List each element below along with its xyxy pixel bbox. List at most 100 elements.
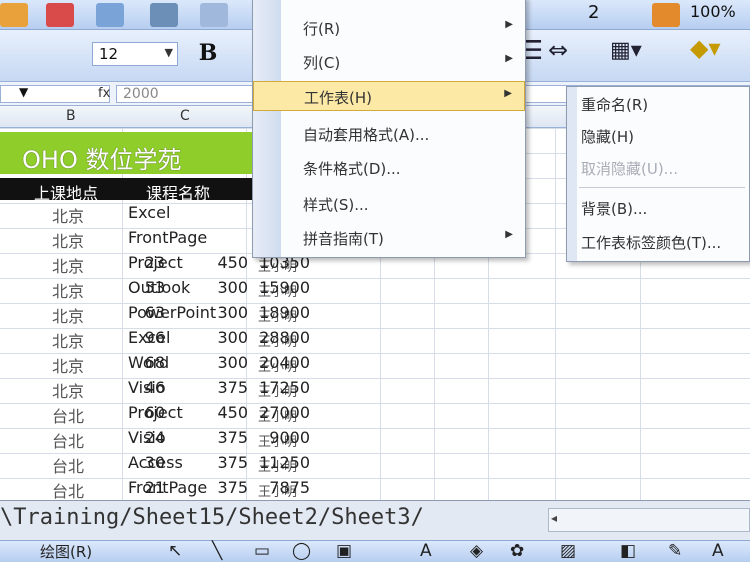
chevron-down-icon[interactable]: ▼ (19, 85, 28, 99)
table-row[interactable]: 北京 Word 王小明 68 300 20400 (0, 350, 560, 377)
cell-price[interactable]: 375 (208, 378, 248, 397)
pdf-icon[interactable] (46, 3, 74, 27)
cell-count[interactable]: 96 (125, 328, 165, 347)
scroll-left-icon[interactable]: ◂ (551, 511, 567, 529)
menu-item-conditional-format[interactable]: 条件格式(D)... (253, 153, 525, 183)
cell-count[interactable]: 68 (125, 353, 165, 372)
menu-item-hide[interactable]: 隐藏(H) (567, 121, 749, 151)
cell-total[interactable]: 18900 (250, 303, 310, 322)
drawing-icon[interactable] (652, 3, 680, 27)
table-row[interactable]: 北京 Visio 王小明 46 375 17250 (0, 375, 560, 402)
table-row[interactable]: 台北 FrontPage 王小明 21 375 7875 (0, 475, 560, 502)
cell-price[interactable]: 375 (208, 428, 248, 447)
menu-item-background[interactable]: 背景(B)... (567, 193, 749, 223)
cell-total[interactable]: 20400 (250, 353, 310, 372)
cell-count[interactable]: 63 (125, 303, 165, 322)
zoom-box[interactable]: 100% (690, 2, 736, 21)
sheet-tabs[interactable]: \Training/Sheet15/Sheet2/Sheet3/ (0, 505, 424, 530)
cell-price[interactable]: 300 (208, 328, 248, 347)
menu-item-column[interactable]: 列(C) ▶ (253, 47, 525, 77)
fill-icon[interactable]: ◧ (620, 541, 636, 561)
table-row[interactable]: 台北 Access 王小明 30 375 11250 (0, 450, 560, 477)
menu-item-row[interactable]: 行(R) ▶ (253, 13, 525, 43)
horizontal-scrollbar[interactable]: ◂ (548, 508, 750, 532)
menu-item-rename[interactable]: 重命名(R) (567, 89, 749, 119)
column-header-b[interactable]: B (66, 108, 76, 124)
cell-location[interactable]: 北京 (52, 303, 84, 327)
cell-count[interactable]: 23 (125, 253, 165, 272)
font-size-box[interactable]: 12 ▼ (92, 42, 178, 66)
menu-item-worksheet[interactable]: 工作表(H) ▶ (253, 81, 525, 111)
column-header-c[interactable]: C (180, 108, 190, 124)
table-row[interactable]: 台北 Project 王小明 60 450 27000 (0, 400, 560, 427)
cell-price[interactable]: 450 (208, 253, 248, 272)
font-color-icon[interactable]: A (712, 541, 724, 561)
draw-menu[interactable]: 绘图(R) (40, 541, 92, 562)
sort-count: 2 (588, 2, 600, 23)
table-row[interactable]: 北京 Excel 王小明 96 300 28800 (0, 325, 560, 352)
print-icon[interactable] (96, 3, 124, 27)
cell-price[interactable]: 375 (208, 478, 248, 497)
ellipse-icon[interactable]: ◯ (292, 541, 311, 561)
select-arrow-icon[interactable]: ↖ (168, 541, 182, 561)
cell-location[interactable]: 北京 (52, 203, 84, 227)
line-color-icon[interactable]: ✎ (668, 541, 682, 561)
cell-location[interactable]: 台北 (52, 428, 84, 452)
rectangle-icon[interactable]: ▭ (254, 541, 270, 561)
menu-item-autoformat[interactable]: 自动套用格式(A)... (253, 119, 525, 149)
cell-total[interactable]: 28800 (250, 328, 310, 347)
diagram-icon[interactable]: ◈ (470, 541, 483, 561)
cell-course[interactable]: Excel (128, 203, 170, 222)
cell-count[interactable]: 30 (125, 453, 165, 472)
cell-total[interactable]: 15900 (250, 278, 310, 297)
cell-price[interactable]: 300 (208, 278, 248, 297)
cell-total[interactable]: 11250 (250, 453, 310, 472)
cell-location[interactable]: 北京 (52, 253, 84, 277)
cell-location[interactable]: 北京 (52, 378, 84, 402)
cell-count[interactable]: 46 (125, 378, 165, 397)
sheet-title: OHO 数位学苑 (22, 146, 182, 174)
cell-total[interactable]: 7875 (250, 478, 310, 497)
preview-icon[interactable] (150, 3, 178, 27)
cell-total[interactable]: 9000 (250, 428, 310, 447)
borders-icon[interactable]: ▦▾ (610, 38, 642, 63)
cell-location[interactable]: 台北 (52, 478, 84, 502)
spell-icon[interactable] (200, 3, 228, 27)
cell-count[interactable]: 21 (125, 478, 165, 497)
chevron-down-icon[interactable]: ▼ (165, 46, 173, 59)
cell-location[interactable]: 台北 (52, 403, 84, 427)
cell-location[interactable]: 北京 (52, 228, 84, 252)
menu-item-label: 工作表标签颜色(T)... (581, 234, 722, 252)
cell-price[interactable]: 300 (208, 303, 248, 322)
cell-count[interactable]: 24 (125, 428, 165, 447)
fx-icon[interactable]: fx (98, 86, 110, 101)
fill-color-icon[interactable]: ◆▾ (690, 34, 721, 62)
name-box[interactable]: ▼ (0, 85, 110, 103)
cell-course[interactable]: FrontPage (128, 228, 207, 247)
cell-location[interactable]: 北京 (52, 353, 84, 377)
cell-location[interactable]: 北京 (52, 278, 84, 302)
table-row[interactable]: 北京 PowerPoint 王小明 63 300 18900 (0, 300, 560, 327)
menu-item-phonetic[interactable]: 拼音指南(T) ▶ (253, 223, 525, 253)
table-row[interactable]: 台北 Visio 王小明 24 375 9000 (0, 425, 560, 452)
picture-icon[interactable]: ▨ (560, 541, 576, 561)
open-icon[interactable] (0, 3, 28, 27)
line-icon[interactable]: ╲ (212, 541, 222, 561)
merge-icon[interactable]: ⇔ (548, 36, 568, 64)
cell-location[interactable]: 北京 (52, 328, 84, 352)
cell-price[interactable]: 450 (208, 403, 248, 422)
wordart-icon[interactable]: A (420, 541, 432, 561)
cell-location[interactable]: 台北 (52, 453, 84, 477)
cell-total[interactable]: 17250 (250, 378, 310, 397)
menu-item-tab-color[interactable]: 工作表标签颜色(T)... (567, 227, 749, 257)
cell-total[interactable]: 27000 (250, 403, 310, 422)
bold-button[interactable]: B (194, 40, 222, 68)
clipart-icon[interactable]: ✿ (510, 541, 524, 561)
table-row[interactable]: 北京 Outlook 王小明 53 300 15900 (0, 275, 560, 302)
cell-count[interactable]: 53 (125, 278, 165, 297)
textbox-icon[interactable]: ▣ (336, 541, 352, 561)
cell-count[interactable]: 60 (125, 403, 165, 422)
cell-price[interactable]: 300 (208, 353, 248, 372)
cell-price[interactable]: 375 (208, 453, 248, 472)
menu-item-style[interactable]: 样式(S)... (253, 189, 525, 219)
